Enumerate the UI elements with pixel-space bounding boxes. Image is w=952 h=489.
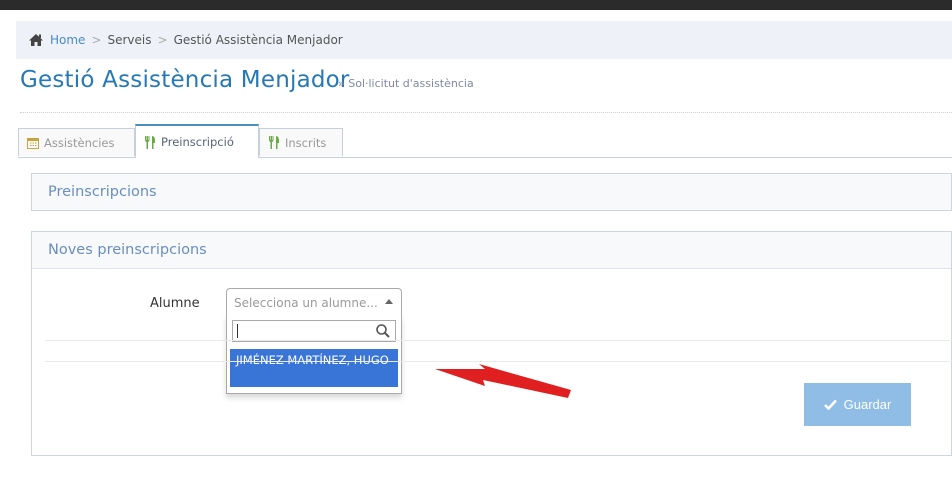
tab-inscrits[interactable]: Inscrits xyxy=(259,128,343,156)
alumne-dropdown: JIMÉNEZ MARTÍNEZ, HUGO xyxy=(226,315,402,394)
cutlery-icon xyxy=(268,136,280,149)
check-icon xyxy=(823,399,837,410)
breadcrumb-separator: > xyxy=(157,33,168,47)
tab-assistencies[interactable]: Assistències xyxy=(18,128,135,156)
tab-label: Inscrits xyxy=(285,135,327,150)
home-icon[interactable] xyxy=(28,33,44,47)
alumne-select[interactable]: Selecciona un alumne... xyxy=(226,288,402,316)
panel-title[interactable]: Noves preinscripcions xyxy=(32,232,951,269)
save-label: Guardar xyxy=(843,397,892,412)
calendar-icon xyxy=(27,137,39,149)
select-placeholder: Selecciona un alumne... xyxy=(234,295,378,310)
breadcrumb-separator: > xyxy=(91,33,102,47)
breadcrumb: Home > Serveis > Gestió Assistència Menj… xyxy=(16,21,952,59)
page-header: Gestió Assistència Menjador » Sol·licitu… xyxy=(20,65,952,113)
save-button[interactable]: Guardar xyxy=(804,383,911,426)
form-divider xyxy=(45,361,952,362)
breadcrumb-current: Gestió Assistència Menjador xyxy=(173,33,343,47)
text-cursor xyxy=(237,324,238,338)
top-bar xyxy=(0,0,952,10)
dropdown-option[interactable]: JIMÉNEZ MARTÍNEZ, HUGO xyxy=(230,349,398,387)
search-icon xyxy=(375,323,391,339)
dropdown-search-input[interactable] xyxy=(232,320,396,342)
panel-preinscripcions: Preinscripcions xyxy=(31,173,952,211)
tab-bar: Assistències Preinscripció Inscrits xyxy=(18,124,952,158)
page-title: Gestió Assistència Menjador xyxy=(20,67,350,93)
annotation-arrow-icon xyxy=(435,364,571,398)
form-divider xyxy=(45,340,952,341)
tab-label: Preinscripció xyxy=(161,135,234,149)
tab-label: Assistències xyxy=(44,135,115,150)
page-subtitle: » Sol·licitut d'assistència xyxy=(338,77,474,90)
alumne-label: Alumne xyxy=(150,296,200,311)
breadcrumb-serveis[interactable]: Serveis xyxy=(108,33,152,47)
tab-preinscripcio[interactable]: Preinscripció xyxy=(135,124,259,158)
panel-title[interactable]: Preinscripcions xyxy=(32,174,951,210)
chevron-up-icon xyxy=(385,299,393,304)
breadcrumb-home[interactable]: Home xyxy=(50,33,85,47)
cutlery-icon xyxy=(144,135,156,149)
